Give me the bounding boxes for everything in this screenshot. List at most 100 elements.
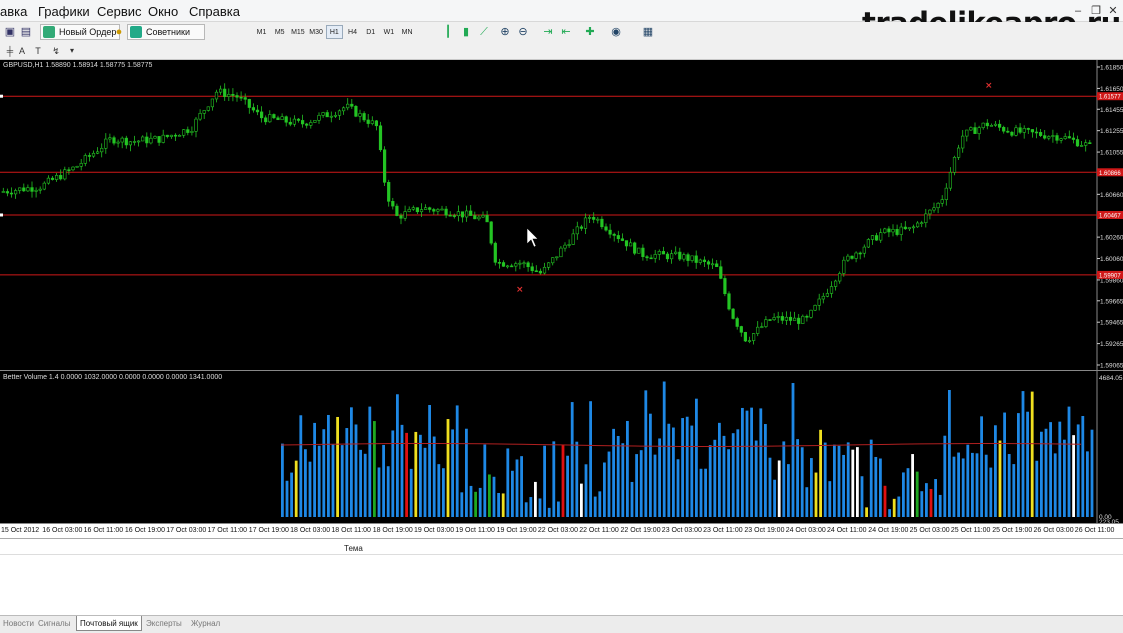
candle xyxy=(1075,139,1080,147)
candle xyxy=(341,107,346,112)
date-label: 23 Oct 11:00 xyxy=(703,527,743,534)
volume-bar xyxy=(377,467,381,517)
candle xyxy=(743,332,747,342)
candle xyxy=(624,240,629,247)
candle xyxy=(788,316,793,321)
chart-window[interactable]: 1.61850 1.61650 1.61455 1.61255 1.61055 1.608… xyxy=(0,60,1123,538)
menu-item-3[interactable]: Окно xyxy=(148,4,178,19)
candle-chart-icon[interactable]: ▮ xyxy=(458,24,474,40)
terminal-tabs: Новости Сигналы Почтовый ящик Эксперты Журна… xyxy=(0,615,1123,633)
candle xyxy=(702,259,706,263)
timeframe-m1[interactable]: M1 xyxy=(253,25,270,39)
volume-bar xyxy=(409,468,413,517)
candle xyxy=(108,137,112,140)
text-label-icon[interactable]: T xyxy=(30,43,46,59)
volume-bar xyxy=(437,464,441,517)
candle xyxy=(116,141,120,144)
chart-canvas[interactable]: 1.61850 1.61650 1.61455 1.61255 1.61055 1.608… xyxy=(0,60,1123,538)
candle xyxy=(325,112,329,118)
volume-bar xyxy=(340,445,344,517)
candle xyxy=(227,93,231,97)
candle xyxy=(948,172,952,189)
candle xyxy=(284,116,288,123)
menu-item-4[interactable]: Справка xyxy=(189,4,240,19)
info-icon[interactable]: ● xyxy=(111,24,127,40)
candle xyxy=(91,152,96,157)
arrows-icon[interactable]: ↯ xyxy=(48,43,64,59)
candle xyxy=(460,211,465,218)
candle xyxy=(178,134,182,137)
candle xyxy=(288,121,292,125)
line-chart-icon[interactable]: ⟋ xyxy=(476,24,492,40)
menu-item-0[interactable]: авка xyxy=(0,4,27,19)
chart-shift-icon[interactable]: ⇥ xyxy=(540,24,556,40)
periods-icon[interactable]: ◉ xyxy=(608,24,624,40)
volume-bar xyxy=(584,464,588,517)
indicators-icon[interactable]: ✚ xyxy=(582,24,598,40)
volume-bar xyxy=(524,502,528,517)
templates-icon[interactable]: ▦ xyxy=(640,24,656,40)
dropdown-arrow-icon[interactable]: ▾ xyxy=(64,43,80,59)
candle xyxy=(259,111,264,119)
timeframe-m30[interactable]: M30 xyxy=(308,25,325,39)
candle xyxy=(448,214,452,217)
text-icon[interactable]: A xyxy=(14,43,30,59)
new-chart-icon[interactable]: ▣ xyxy=(2,24,18,40)
timeframe-m15[interactable]: M15 xyxy=(289,25,306,39)
timeframe-d1[interactable]: D1 xyxy=(362,25,379,39)
timeframe-h1[interactable]: H1 xyxy=(325,25,343,39)
advisors-icon xyxy=(130,26,142,38)
date-label: 18 Oct 03:00 xyxy=(290,527,331,534)
candle xyxy=(399,215,403,219)
zoom-out-icon[interactable]: ⊖ xyxy=(515,24,531,40)
candle xyxy=(268,114,272,123)
volume-bar xyxy=(980,416,983,517)
timeframe-w1[interactable]: W1 xyxy=(380,25,397,39)
timeframe-mn[interactable]: MN xyxy=(399,25,416,39)
candle xyxy=(419,209,424,213)
volume-bar xyxy=(313,422,316,517)
terminal-tab-3[interactable]: Эксперты xyxy=(146,619,182,628)
candle xyxy=(1080,145,1084,147)
menu-item-1[interactable]: Графики xyxy=(38,4,90,19)
candle xyxy=(489,221,493,244)
timeframe-h4[interactable]: H4 xyxy=(344,25,361,39)
candle xyxy=(829,286,834,294)
new-order-button[interactable]: Новый Ордер xyxy=(40,24,121,40)
zoom-in-icon[interactable]: ⊕ xyxy=(497,24,513,40)
candle xyxy=(522,262,526,265)
candle xyxy=(251,107,256,111)
terminal-tab-0[interactable]: Новости xyxy=(3,619,34,628)
candle xyxy=(63,169,67,180)
autoscroll-icon[interactable]: ⇤ xyxy=(558,24,574,40)
volume-bar xyxy=(575,441,579,517)
main-toolbar: ▣ ▤ Новый Ордер ● Советники M1 M5 M15 M30 H1… xyxy=(0,22,1123,42)
subject-column-header[interactable]: Тема xyxy=(344,544,363,553)
close-icon[interactable]: ✕ xyxy=(1105,4,1121,18)
volume-bar xyxy=(557,501,560,517)
minimize-icon[interactable]: – xyxy=(1070,4,1086,18)
volume-bar xyxy=(892,498,896,517)
timeframe-m5[interactable]: M5 xyxy=(271,25,288,39)
candle xyxy=(292,118,297,125)
advisors-button[interactable]: Советники xyxy=(127,24,205,40)
candle xyxy=(141,136,145,142)
menu-item-2[interactable]: Сервис xyxy=(97,4,142,19)
layout-icon[interactable]: ▤ xyxy=(18,24,34,40)
candle xyxy=(833,280,838,287)
terminal-tab-1[interactable]: Сигналы xyxy=(38,619,70,628)
date-label: 15 Oct 2012 xyxy=(1,527,40,534)
line-anchor xyxy=(0,213,3,217)
terminal-header: Тема xyxy=(0,543,1123,555)
candle xyxy=(223,88,227,97)
candle xyxy=(362,113,366,121)
volume-bar xyxy=(1086,451,1089,517)
volume-bar xyxy=(414,431,418,517)
volume-bar xyxy=(547,507,551,517)
volume-bar xyxy=(796,439,799,517)
terminal-tab-4[interactable]: Журнал xyxy=(191,619,220,628)
bar-chart-icon[interactable]: ┃ xyxy=(440,24,456,40)
maximize-icon[interactable]: ❐ xyxy=(1088,4,1104,18)
terminal-tab-2[interactable]: Почтовый ящик xyxy=(76,616,142,631)
candle xyxy=(628,242,633,247)
